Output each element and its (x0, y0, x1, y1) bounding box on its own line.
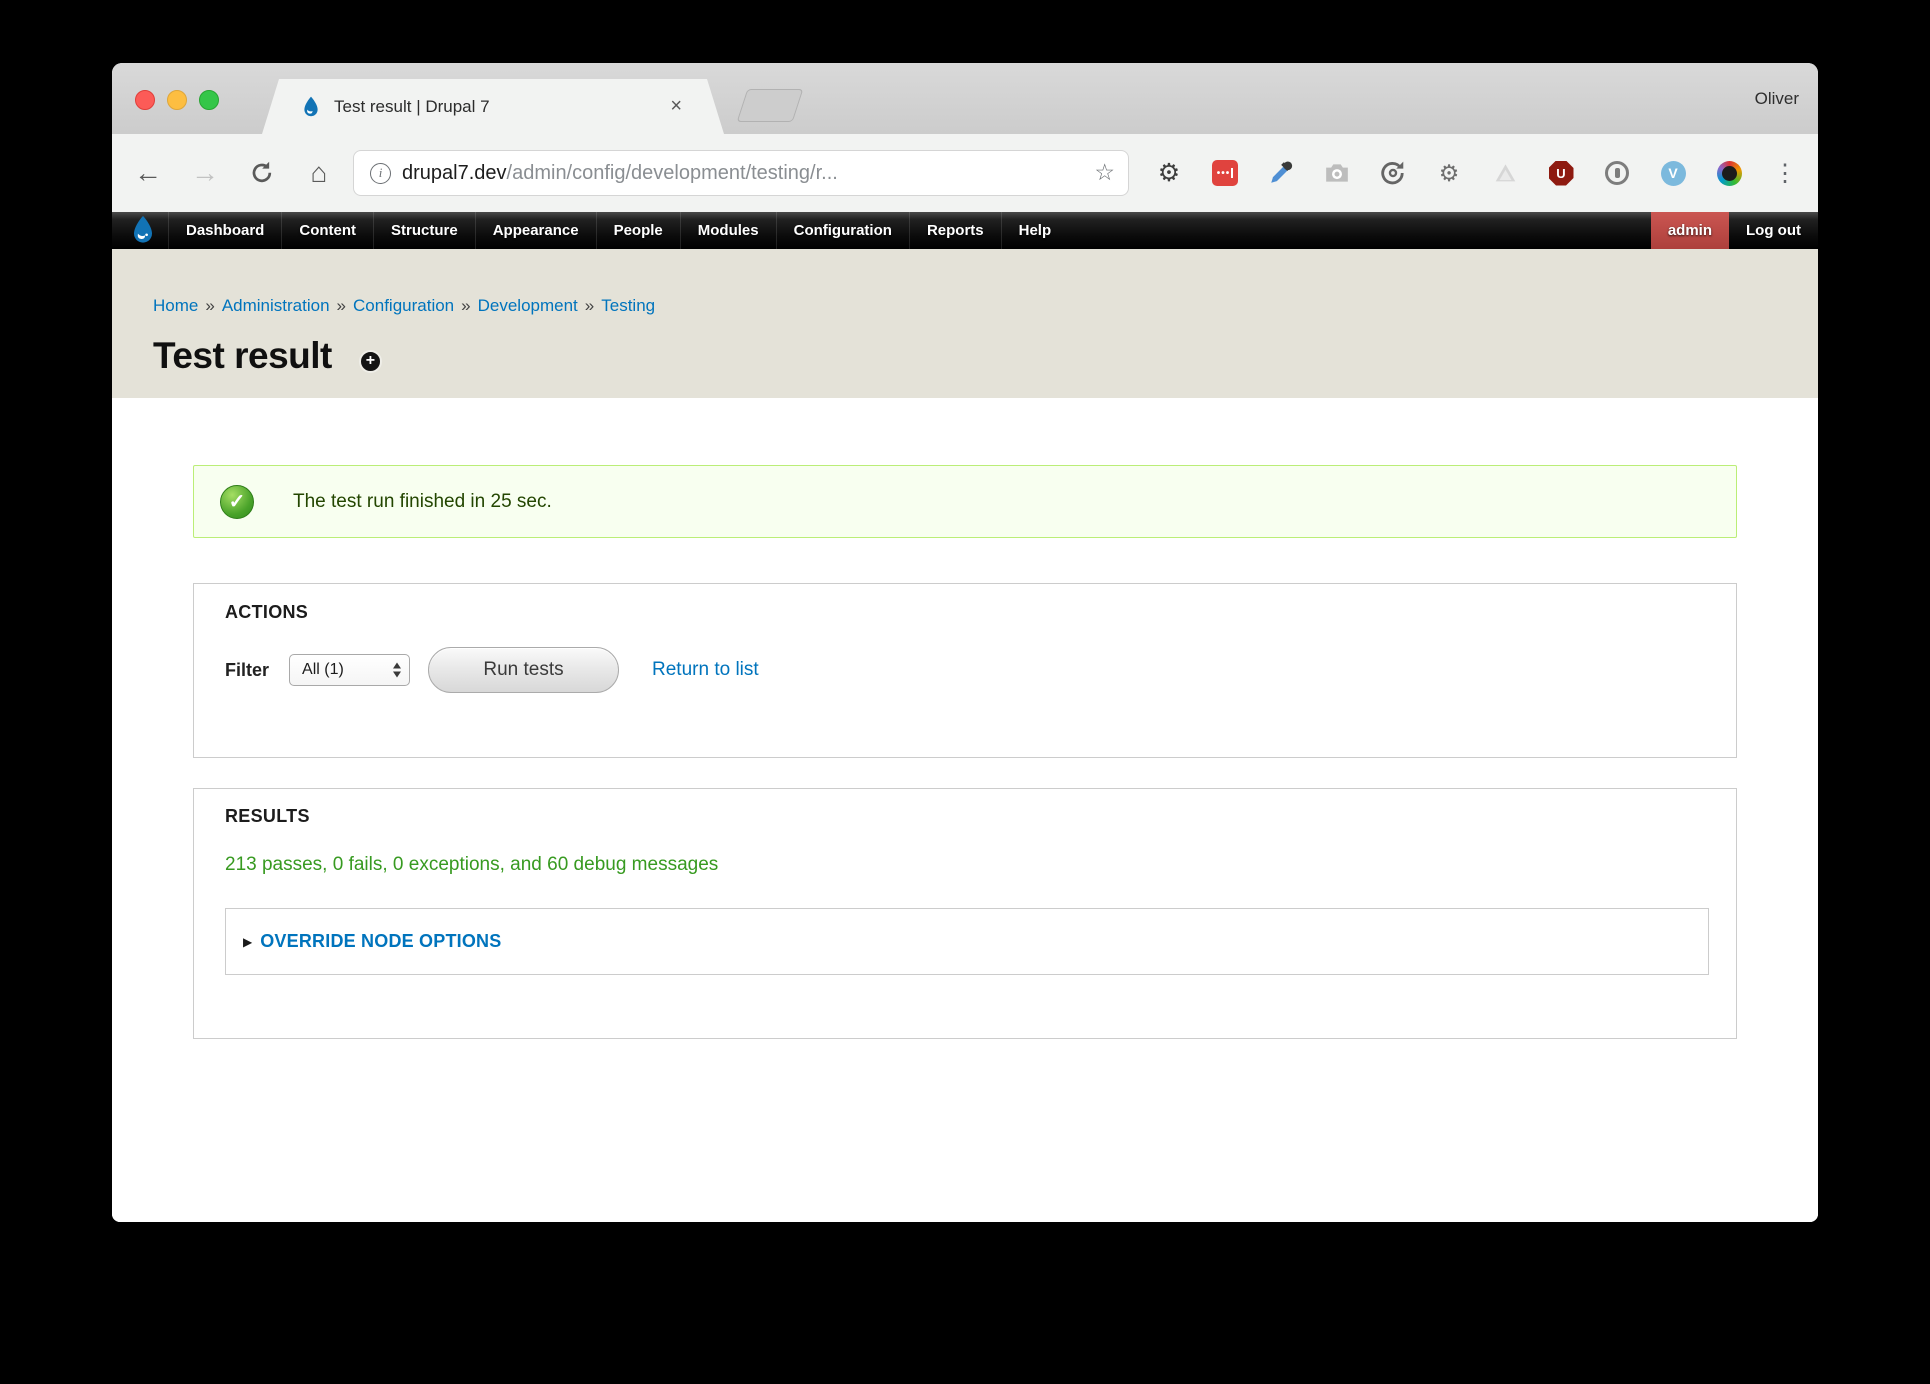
breadcrumb-separator: » (585, 296, 594, 315)
actions-row: Filter All (1) Run tests Return to list (225, 647, 1706, 693)
breadcrumb: Home » Administration » Configuration » Develo… (153, 296, 655, 316)
drupal-favicon-icon (300, 96, 322, 118)
tab-close-icon[interactable]: × (670, 95, 682, 118)
filter-label: Filter (225, 660, 269, 681)
keyhole-lock-icon[interactable] (1604, 160, 1630, 186)
filter-select-value: All (1) (302, 661, 344, 679)
actions-legend: ACTIONS (225, 602, 1706, 623)
toolbar-item-dashboard[interactable]: Dashboard (168, 212, 281, 249)
breadcrumb-home[interactable]: Home (153, 296, 198, 315)
url-path: /admin/config/development/testing/r... (507, 162, 838, 184)
home-icon[interactable]: ⌂ (304, 158, 334, 188)
nav-buttons: ← → ⌂ (133, 134, 334, 212)
eyedropper-icon[interactable] (1268, 160, 1294, 186)
reload-icon[interactable] (247, 158, 277, 188)
override-node-options-title[interactable]: OVERRIDE NODE OPTIONS (260, 931, 501, 952)
toolbar-item-structure[interactable]: Structure (373, 212, 475, 249)
toolbar-item-appearance[interactable]: Appearance (475, 212, 596, 249)
chrome-profile-button[interactable]: Oliver (1755, 63, 1799, 134)
titlebar: Test result | Drupal 7 × Oliver (112, 63, 1818, 134)
override-node-options-group[interactable]: ▶ OVERRIDE NODE OPTIONS (225, 908, 1709, 975)
minimize-window-button[interactable] (167, 90, 187, 110)
lastpass-icon[interactable]: ••• (1212, 160, 1238, 186)
select-arrows-icon (393, 663, 401, 678)
toolbar-item-people[interactable]: People (596, 212, 680, 249)
status-message: ✓ The test run finished in 25 sec. (193, 465, 1737, 538)
window-controls (135, 90, 219, 110)
forward-icon[interactable]: → (190, 158, 220, 188)
browser-toolbar: ← → ⌂ i drupal7.dev/admin/config/develop… (112, 134, 1818, 212)
breadcrumb-development[interactable]: Development (478, 296, 578, 315)
page-content: ✓ The test run finished in 25 sec. ACTIO… (112, 398, 1818, 1222)
toolbar-item-help[interactable]: Help (1001, 212, 1069, 249)
site-info-icon[interactable]: i (370, 163, 391, 184)
drupal-logo-icon[interactable] (128, 215, 158, 245)
results-legend: RESULTS (225, 806, 1709, 827)
toolbar-item-content[interactable]: Content (281, 212, 373, 249)
url-text: drupal7.dev/admin/config/development/tes… (402, 162, 838, 185)
extension-row: ⚙ ••• ⚙ U V ⋮ (1156, 134, 1798, 212)
vimium-icon[interactable]: V (1660, 160, 1686, 186)
url-host: drupal7.dev (402, 162, 507, 184)
new-tab-button[interactable] (737, 89, 804, 122)
browser-tab[interactable]: Test result | Drupal 7 × (262, 79, 724, 134)
breadcrumb-separator: » (461, 296, 470, 315)
status-message-text: The test run finished in 25 sec. (293, 491, 552, 513)
toolbar-account-admin[interactable]: admin (1651, 212, 1729, 249)
stylus-gear-icon[interactable]: ⚙ (1436, 160, 1462, 186)
toolbar-spacer (1068, 212, 1651, 249)
toolbar-item-configuration[interactable]: Configuration (776, 212, 909, 249)
breadcrumb-configuration[interactable]: Configuration (353, 296, 454, 315)
address-bar[interactable]: i drupal7.dev/admin/config/development/t… (353, 150, 1129, 196)
toolbar-item-modules[interactable]: Modules (680, 212, 776, 249)
collapse-arrow-icon: ▶ (243, 935, 252, 949)
results-fieldset: RESULTS 213 passes, 0 fails, 0 exception… (193, 788, 1737, 1039)
bookmark-star-icon[interactable]: ☆ (1094, 159, 1115, 186)
tab-title: Test result | Drupal 7 (334, 97, 490, 117)
ublock-origin-icon[interactable]: U (1548, 160, 1574, 186)
screenshot-camera-icon[interactable] (1324, 160, 1350, 186)
browser-window: Test result | Drupal 7 × Oliver ← → ⌂ i … (112, 63, 1818, 1222)
close-window-button[interactable] (135, 90, 155, 110)
camera-lens-icon[interactable] (1716, 160, 1742, 186)
page-refresh-icon[interactable] (1380, 160, 1406, 186)
breadcrumb-separator: » (337, 296, 346, 315)
zoom-window-button[interactable] (199, 90, 219, 110)
settings-gear-icon[interactable]: ⚙ (1156, 160, 1182, 186)
breadcrumb-testing[interactable]: Testing (601, 296, 655, 315)
toolbar-logout[interactable]: Log out (1729, 212, 1818, 249)
page-title-row: Test result + (153, 335, 382, 377)
breadcrumb-administration[interactable]: Administration (222, 296, 330, 315)
actions-fieldset: ACTIONS Filter All (1) Run tests Return … (193, 583, 1737, 758)
page-header: Home » Administration » Configuration » Develo… (112, 249, 1818, 398)
chrome-menu-icon[interactable]: ⋮ (1772, 160, 1798, 186)
results-summary: 213 passes, 0 fails, 0 exceptions, and 6… (225, 854, 1709, 876)
status-check-icon: ✓ (220, 485, 254, 519)
page-title: Test result (153, 335, 332, 377)
contextual-add-icon[interactable]: + (359, 350, 382, 373)
drupal-admin-toolbar: Dashboard Content Structure Appearance P… (112, 212, 1818, 249)
back-icon[interactable]: ← (133, 158, 163, 188)
return-to-list-link[interactable]: Return to list (652, 659, 759, 681)
filter-select[interactable]: All (1) (289, 654, 410, 686)
toolbar-item-reports[interactable]: Reports (909, 212, 1001, 249)
run-tests-button[interactable]: Run tests (428, 647, 619, 693)
breadcrumb-separator: » (205, 296, 214, 315)
google-drive-icon[interactable] (1492, 160, 1518, 186)
